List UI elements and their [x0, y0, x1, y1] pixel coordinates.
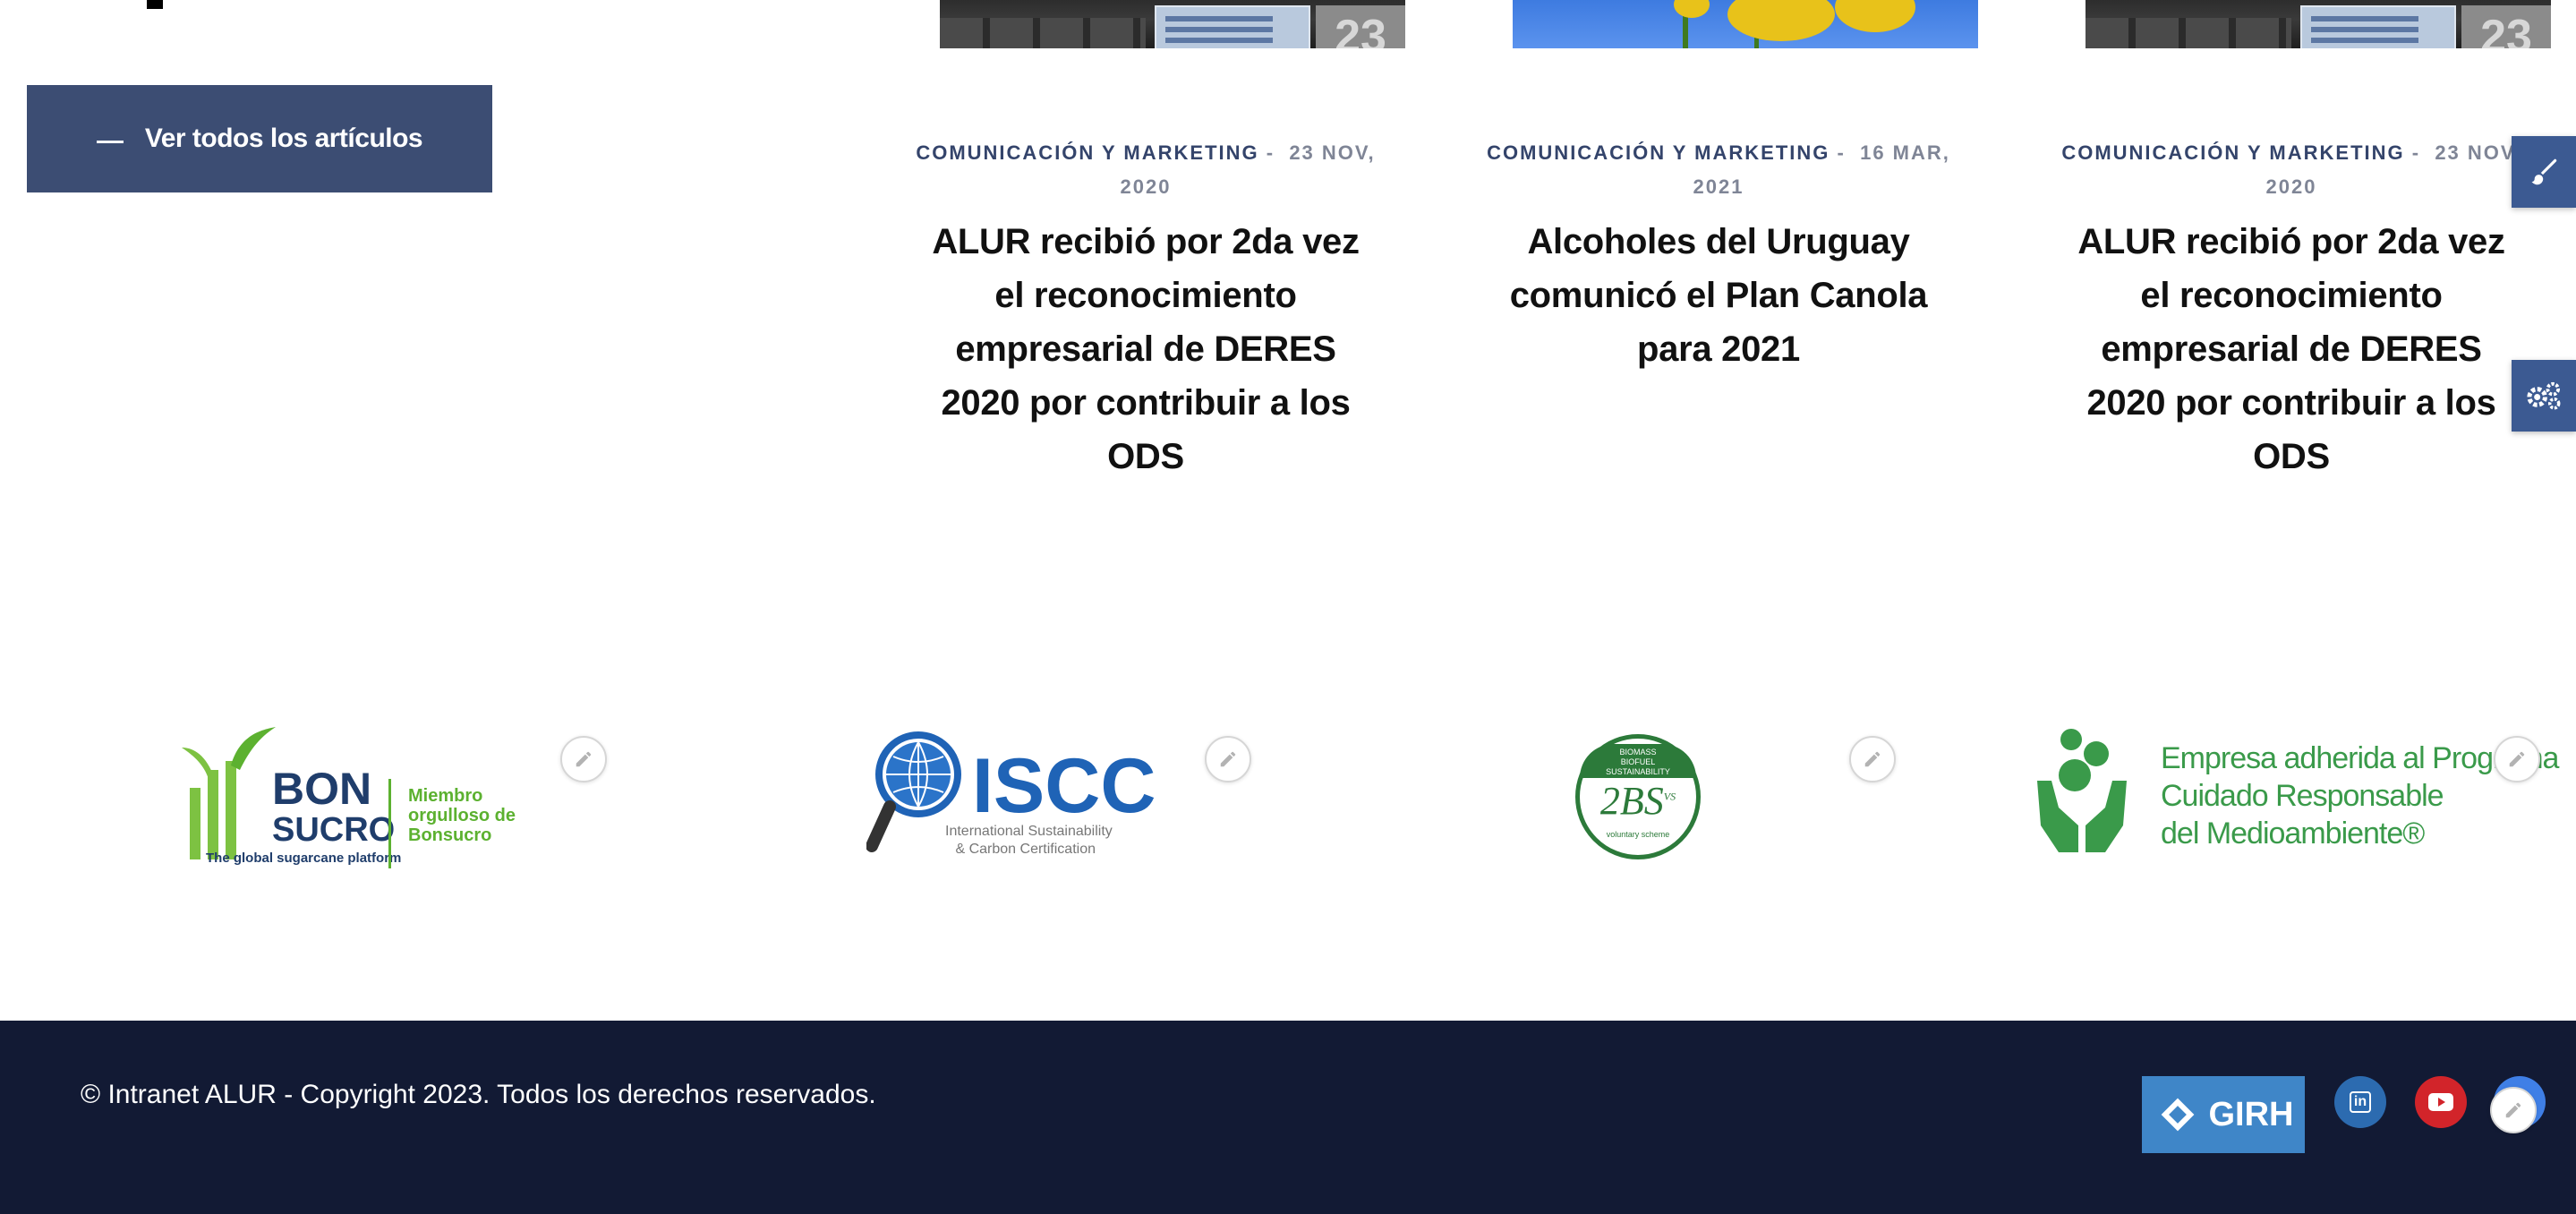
article-date-year: 2020	[2265, 175, 2317, 198]
heading-fragment	[147, 0, 163, 9]
article-date: 16 MAR,	[1860, 141, 1950, 164]
view-all-label: Ver todos los artículos	[144, 124, 423, 153]
2bs-bottom-text: voluntary scheme	[1606, 830, 1670, 839]
girh-diamond-icon	[2161, 1098, 2194, 1132]
linkedin-link[interactable]: in	[2334, 1076, 2386, 1128]
youtube-link[interactable]	[2415, 1076, 2467, 1128]
edit-footer-button[interactable]	[2490, 1087, 2537, 1133]
meta-separator: -	[1266, 141, 1275, 164]
edit-logo-button[interactable]	[1205, 736, 1251, 782]
article-meta: COMUNICACIÓN Y MARKETING - 16 MAR, 2021	[1477, 136, 1960, 204]
pencil-icon	[1220, 751, 1236, 767]
girh-label: GIRH	[2208, 1095, 2294, 1133]
hands-globes-icon	[2037, 729, 2127, 852]
iscc-subtitle-line: International Sustainability	[945, 824, 1113, 839]
article-category[interactable]: COMUNICACIÓN Y MARKETING	[2061, 141, 2404, 164]
member-line: orgulloso de	[408, 806, 516, 825]
dash-icon	[96, 140, 124, 143]
seats-decor	[940, 18, 1146, 48]
cuidado-line: del Medioambiente®	[2161, 816, 2425, 851]
logo-divider	[388, 779, 391, 868]
edit-logo-button[interactable]	[560, 736, 607, 782]
article-date-year: 2021	[1693, 175, 1744, 198]
projection-screen	[2300, 5, 2456, 48]
iscc-logo[interactable]: ISCC International Sustainability & Carb…	[866, 730, 1156, 864]
article-image[interactable]: 23	[2086, 0, 2551, 48]
article-meta: COMUNICACIÓN Y MARKETING - 23 NOV, 2020	[2050, 136, 2533, 204]
seats-decor	[2086, 18, 2291, 48]
settings-tab[interactable]	[2512, 360, 2576, 432]
2bs-name: 2BSVS	[1580, 778, 1696, 824]
2bs-name-text: 2BS	[1599, 779, 1664, 823]
article-title[interactable]: Alcoholes del Uruguay comunicó el Plan C…	[1486, 215, 1951, 376]
flower-decor	[1674, 0, 1710, 18]
2bs-sup: VS	[1663, 790, 1676, 803]
2bs-top-line: SUSTAINABILITY	[1606, 767, 1670, 776]
youtube-icon	[2428, 1093, 2453, 1111]
cuidado-responsable-logo[interactable]: Empresa adherida al Programa Cuidado Res…	[2028, 727, 2559, 861]
article-category[interactable]: COMUNICACIÓN Y MARKETING	[1487, 141, 1830, 164]
bonsucro-logo[interactable]: BON SUCRO The global sugarcane platform …	[177, 725, 535, 868]
2bs-top-band: BIOMASS BIOFUEL SUSTAINABILITY	[1580, 744, 1696, 778]
pencil-icon	[1864, 751, 1881, 767]
view-all-articles-button[interactable]: Ver todos los artículos	[27, 85, 492, 192]
article-image[interactable]	[1513, 0, 1978, 48]
bonsucro-name-line: BON	[272, 764, 372, 814]
brush-icon	[2531, 158, 2557, 185]
pencil-icon	[2505, 1102, 2521, 1118]
article-date-year: 2020	[1120, 175, 1172, 198]
2bs-logo[interactable]: BIOMASS BIOFUEL SUSTAINABILITY 2BSVS vol…	[1575, 734, 1701, 859]
image-number: 23	[2461, 5, 2551, 48]
image-number: 23	[1316, 5, 1405, 48]
2bs-top-line: BIOMASS	[1619, 748, 1657, 757]
edit-logo-button[interactable]	[1849, 736, 1896, 782]
sugarcane-icon	[182, 727, 276, 859]
2bs-top-line: BIOFUEL	[1620, 757, 1656, 766]
member-line: Bonsucro	[408, 825, 492, 845]
article-title[interactable]: ALUR recibió por 2da vez el reconocimien…	[2059, 215, 2524, 483]
meta-separator: -	[2411, 141, 2421, 164]
copyright-text: © Intranet ALUR - Copyright 2023. Todos …	[81, 1080, 876, 1109]
gears-icon	[2527, 381, 2561, 410]
article-image[interactable]: 23	[940, 0, 1405, 48]
article-date: 23 NOV,	[1289, 141, 1376, 164]
article-meta: COMUNICACIÓN Y MARKETING - 23 NOV, 2020	[904, 136, 1387, 204]
member-line: Miembro	[408, 786, 483, 806]
article-title[interactable]: ALUR recibió por 2da vez el reconocimien…	[913, 215, 1378, 483]
projection-screen	[1155, 5, 1310, 48]
iscc-subtitle-line: & Carbon Certification	[955, 842, 1096, 857]
girh-link[interactable]: GIRH	[2142, 1076, 2305, 1153]
meta-separator: -	[1837, 141, 1846, 164]
bonsucro-tagline: The global sugarcane platform	[206, 851, 402, 866]
bonsucro-member-text: Miembro orgulloso de Bonsucro	[408, 786, 516, 845]
bonsucro-name: BON SUCRO	[272, 764, 396, 851]
style-editor-tab[interactable]	[2512, 136, 2576, 208]
iscc-name: ISCC	[972, 743, 1156, 829]
edit-logo-button[interactable]	[2494, 736, 2540, 782]
iscc-subtitle: International Sustainability & Carbon Ce…	[945, 823, 1113, 859]
article-date: 23 NOV,	[2435, 141, 2521, 164]
flower-decor	[1727, 0, 1835, 41]
article-category[interactable]: COMUNICACIÓN Y MARKETING	[916, 141, 1258, 164]
linkedin-icon: in	[2349, 1091, 2372, 1113]
pencil-icon	[576, 751, 592, 767]
flower-decor	[1835, 0, 1915, 32]
pencil-icon	[2509, 751, 2525, 767]
cuidado-line: Cuidado Responsable	[2161, 779, 2444, 813]
bonsucro-name-line: SUCRO	[272, 811, 396, 849]
